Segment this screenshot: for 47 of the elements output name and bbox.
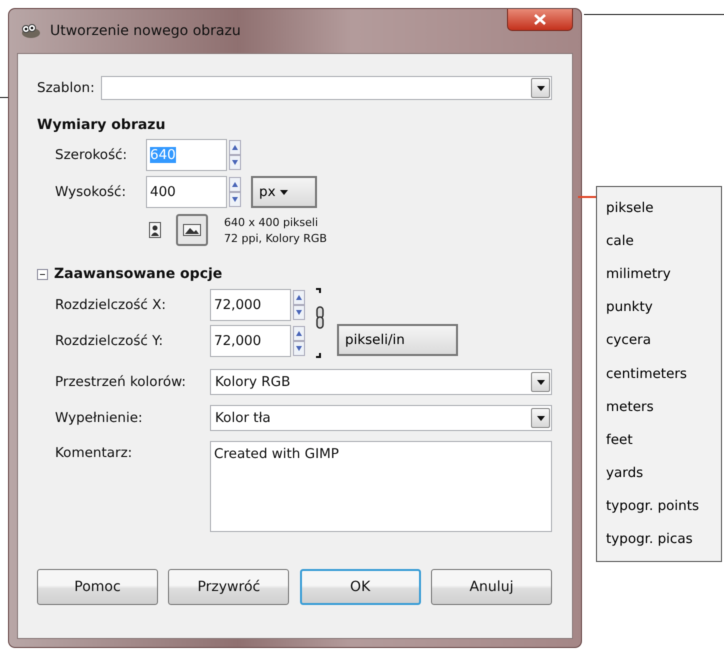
spinner-arrows-icon xyxy=(229,177,241,207)
menu-item[interactable]: typogr. points xyxy=(606,490,721,523)
dialog-button[interactable]: Anuluj xyxy=(430,569,552,605)
dialog-button[interactable]: OK xyxy=(300,569,421,605)
dialog-button[interactable]: Pomoc xyxy=(37,569,158,605)
chain-link-icon xyxy=(315,287,325,359)
field-label: Przestrzeń kolorów: xyxy=(55,374,187,390)
menu-item[interactable]: milimetry xyxy=(606,257,721,291)
menu-item[interactable]: typogr. picas xyxy=(606,522,721,556)
caret-icon xyxy=(278,188,289,196)
image-info-text: 72 ppi, Kolory RGB xyxy=(224,232,327,244)
number-field[interactable]: 400 xyxy=(146,176,227,208)
spinner-arrows-icon xyxy=(229,140,241,170)
comment-field[interactable]: Created with GIMP xyxy=(210,441,552,532)
dialog-button[interactable]: Przywróć xyxy=(168,569,290,605)
landscape-button[interactable] xyxy=(176,214,208,246)
window-title: Utworzenie nowego obrazu xyxy=(50,23,241,39)
field-label: Komentarz: xyxy=(55,444,134,461)
unit-dropdown[interactable]: px xyxy=(251,176,317,208)
field-label: Szablon: xyxy=(37,80,95,96)
field-label: Wysokość: xyxy=(55,184,127,200)
dropdown-field[interactable]: Kolory RGB xyxy=(210,369,552,395)
menu-item[interactable]: cycera xyxy=(606,324,721,357)
field-label: Szerokość: xyxy=(55,147,128,163)
section-heading: Zaawansowane opcje xyxy=(54,266,222,282)
menu-item[interactable]: piksele xyxy=(606,191,721,224)
menu-item[interactable]: yards xyxy=(606,456,721,490)
menu-item[interactable]: cale xyxy=(606,224,721,258)
landscape-image-icon xyxy=(183,222,201,238)
spinner-arrows-icon xyxy=(293,326,305,356)
field-label: Wypełnienie: xyxy=(55,410,144,426)
field-label: Rozdzielczość Y: xyxy=(55,333,164,349)
image-info-text: 640 x 400 pikseli xyxy=(224,216,320,228)
number-field[interactable]: 72,000 xyxy=(210,289,291,321)
section-heading: Wymiary obrazu xyxy=(37,117,166,133)
menu-item[interactable]: meters xyxy=(606,390,721,424)
dropdown-field[interactable]: Kolor tła xyxy=(210,405,552,431)
resolution-unit-dropdown[interactable]: pikseli/in xyxy=(337,324,458,356)
app-icon xyxy=(20,23,42,39)
close-icon xyxy=(534,14,546,25)
number-field[interactable]: 72,000 xyxy=(210,325,291,357)
menu-item[interactable]: centimeters xyxy=(606,356,721,390)
close-button[interactable] xyxy=(507,9,573,31)
spinner-arrows-icon xyxy=(293,290,305,320)
menu-item[interactable]: punkty xyxy=(606,290,721,324)
menu-item[interactable]: feet xyxy=(606,423,721,456)
field-label: Rozdzielczość X: xyxy=(55,297,167,313)
